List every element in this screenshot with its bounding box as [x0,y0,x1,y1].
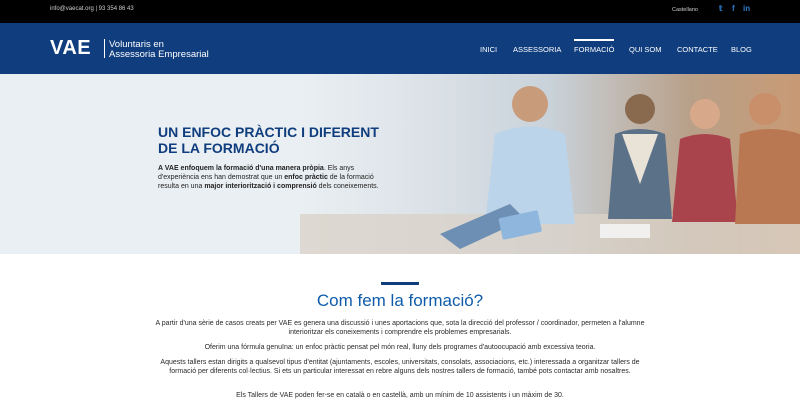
contact-info[interactable]: info@vaecat.org | 93 354 86 43 [50,6,134,12]
nav-assessoria[interactable]: ASSESSORIA [513,45,561,54]
hero-description: A VAE enfoquem la formació d'una manera … [158,164,383,191]
language-switch[interactable]: Castellano [672,7,698,13]
nav-blog[interactable]: BLOG [731,45,752,54]
main-header: VAE Voluntaris en Assessoria Empresarial… [0,23,800,74]
section-divider [381,282,419,285]
linkedin-icon[interactable]: in [743,4,750,13]
hero-text-bold: A VAE enfoquem la formació d'una manera … [158,165,324,172]
nav-inici[interactable]: INICI [480,45,497,54]
hero-text-segment: dels coneixements. [316,183,379,190]
facebook-icon[interactable]: f [732,4,735,13]
top-bar: info@vaecat.org | 93 354 86 43 Castellan… [0,0,800,23]
logo[interactable]: VAE [50,37,91,60]
paragraph-3: Aquests tallers estan dirigits a qualsev… [160,359,640,375]
nav-qui-som[interactable]: QUI SOM [629,45,662,54]
hero-text-bold: major interiorització i comprensió [204,183,317,190]
hero-title: UN ENFOC PRÀCTIC I DIFERENT DE LA FORMAC… [158,124,379,156]
twitter-icon[interactable]: 𝕥 [719,4,723,13]
paragraph-4: Els Tallers de VAE poden fer-se en catal… [236,392,564,399]
hero-banner: UN ENFOC PRÀCTIC I DIFERENT DE LA FORMAC… [0,74,800,254]
logo-subtitle-line2: Assessoria Empresarial [109,49,209,60]
logo-divider [104,39,105,58]
nav-contacte[interactable]: CONTACTE [677,45,718,54]
paragraph-1: A partir d'una sèrie de casos creats per… [155,320,645,336]
hero-text-bold: enfoc pràctic [284,174,328,181]
paragraph-2: Oferim una fórmula genuïna: un enfoc prà… [204,344,596,351]
nav-formacio[interactable]: FORMACIÓ [574,39,615,54]
section-title: Com fem la formació? [316,291,484,310]
